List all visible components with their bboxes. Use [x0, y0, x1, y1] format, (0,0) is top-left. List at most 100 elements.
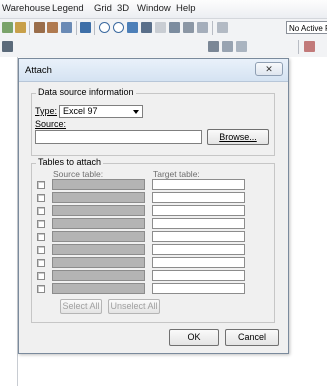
- chevron-down-icon: [133, 110, 139, 114]
- menu-help[interactable]: Help: [176, 3, 196, 14]
- line-icon[interactable]: [304, 41, 315, 52]
- tool-icon[interactable]: [217, 22, 228, 33]
- table-icon[interactable]: [2, 22, 13, 33]
- tables-group: Tables to attach Source table: Target ta…: [31, 157, 275, 323]
- attach-dialog: Attach ✕ Data source information Type: E…: [18, 58, 289, 354]
- edit-icon[interactable]: [236, 41, 247, 52]
- menu-window[interactable]: Window: [137, 3, 171, 14]
- link-icon[interactable]: [15, 22, 26, 33]
- source-table-header: Source table:: [53, 169, 104, 179]
- source-table-cell: [52, 231, 145, 242]
- active-layer-field[interactable]: No Active F: [286, 21, 327, 34]
- zoom-out-icon[interactable]: [113, 22, 124, 33]
- table-row: [32, 257, 274, 269]
- settings-icon[interactable]: [183, 22, 194, 33]
- draw-icon[interactable]: [208, 41, 219, 52]
- target-table-input[interactable]: [152, 179, 245, 190]
- target-table-input[interactable]: [152, 205, 245, 216]
- table-row: [32, 231, 274, 243]
- target-table-input[interactable]: [152, 244, 245, 255]
- attach-row-checkbox[interactable]: [37, 246, 45, 254]
- attach-row-checkbox[interactable]: [37, 259, 45, 267]
- data-source-legend: Data source information: [36, 87, 136, 97]
- attach-row-checkbox[interactable]: [37, 272, 45, 280]
- shape-icon[interactable]: [222, 41, 233, 52]
- source-table-cell: [52, 244, 145, 255]
- attach-row-checkbox[interactable]: [37, 220, 45, 228]
- target-table-input[interactable]: [152, 283, 245, 294]
- table-row: [32, 218, 274, 230]
- table-row: [32, 270, 274, 282]
- source-label-text: Source:: [35, 119, 67, 129]
- target-table-input[interactable]: [152, 218, 245, 229]
- unselect-all-button[interactable]: Unselect All: [108, 299, 160, 314]
- cancel-button[interactable]: Cancel: [225, 329, 279, 346]
- target-table-input[interactable]: [152, 257, 245, 268]
- cancel-button-label: Cancel: [237, 332, 266, 342]
- type-select[interactable]: Excel 97: [59, 105, 143, 118]
- table-row: [32, 205, 274, 217]
- source-table-cell: [52, 283, 145, 294]
- close-button[interactable]: ✕: [255, 62, 283, 76]
- table-row: [32, 283, 274, 295]
- join-icon[interactable]: [47, 22, 58, 33]
- tables-legend: Tables to attach: [36, 157, 104, 167]
- select-all-label: Select All: [62, 301, 100, 311]
- table-row: [32, 244, 274, 256]
- target-table-header: Target table:: [153, 169, 200, 179]
- ok-button[interactable]: OK: [169, 329, 219, 346]
- menu-grid[interactable]: Grid: [94, 3, 112, 14]
- type-select-value: Excel 97: [63, 106, 98, 116]
- target-table-input[interactable]: [152, 192, 245, 203]
- properties-icon[interactable]: [169, 22, 180, 33]
- data-source-group: Data source information Type: Excel 97 S…: [31, 87, 275, 156]
- source-table-cell: [52, 179, 145, 190]
- toolbar-separator: [298, 40, 299, 54]
- source-input[interactable]: [35, 130, 202, 144]
- frame-icon[interactable]: [155, 22, 166, 33]
- dialog-title: Attach: [25, 65, 52, 76]
- toolbar-separator: [212, 21, 213, 35]
- table-row: [32, 192, 274, 204]
- attach-row-checkbox[interactable]: [37, 233, 45, 241]
- menu-legend[interactable]: Legend: [52, 3, 84, 14]
- browse-button-label: Browse...: [219, 132, 257, 142]
- table-row: [32, 179, 274, 191]
- target-table-input[interactable]: [152, 270, 245, 281]
- attach-row-checkbox[interactable]: [37, 181, 45, 189]
- target-table-input[interactable]: [152, 231, 245, 242]
- browse-button[interactable]: Browse...: [207, 129, 269, 145]
- source-table-cell: [52, 192, 145, 203]
- toolbar-main: No Active F: [0, 19, 327, 39]
- query-icon[interactable]: [61, 22, 72, 33]
- source-label: Source:: [35, 119, 66, 129]
- attach-row-checkbox[interactable]: [37, 194, 45, 202]
- attach-row-checkbox[interactable]: [37, 285, 45, 293]
- source-table-cell: [52, 205, 145, 216]
- pen-icon[interactable]: [2, 41, 13, 52]
- layout-icon[interactable]: [141, 22, 152, 33]
- menu-bar: Warehouse Legend Grid 3D Window Help: [0, 0, 327, 19]
- toolbar-separator: [29, 21, 30, 35]
- dialog-titlebar[interactable]: Attach ✕: [19, 59, 288, 82]
- zoom-extent-icon[interactable]: [127, 22, 138, 33]
- source-table-cell: [52, 218, 145, 229]
- unselect-all-label: Unselect All: [110, 301, 158, 311]
- source-table-cell: [52, 257, 145, 268]
- toolbar-drawing: [0, 38, 327, 58]
- select-all-button[interactable]: Select All: [60, 299, 102, 314]
- menu-3d[interactable]: 3D: [117, 3, 129, 14]
- source-table-cell: [52, 270, 145, 281]
- zoom-in-icon[interactable]: [99, 22, 110, 33]
- monitor-icon[interactable]: [80, 22, 91, 33]
- export-icon[interactable]: [197, 22, 208, 33]
- ok-button-label: OK: [187, 332, 201, 342]
- menu-warehouse[interactable]: Warehouse: [2, 3, 50, 14]
- toolbar-separator: [94, 21, 95, 35]
- grid-icon[interactable]: [34, 22, 45, 33]
- attach-row-checkbox[interactable]: [37, 207, 45, 215]
- toolbar-separator: [76, 21, 77, 35]
- close-icon: ✕: [265, 64, 273, 74]
- type-label-text: Type:: [35, 106, 58, 116]
- type-label: Type:: [35, 106, 57, 116]
